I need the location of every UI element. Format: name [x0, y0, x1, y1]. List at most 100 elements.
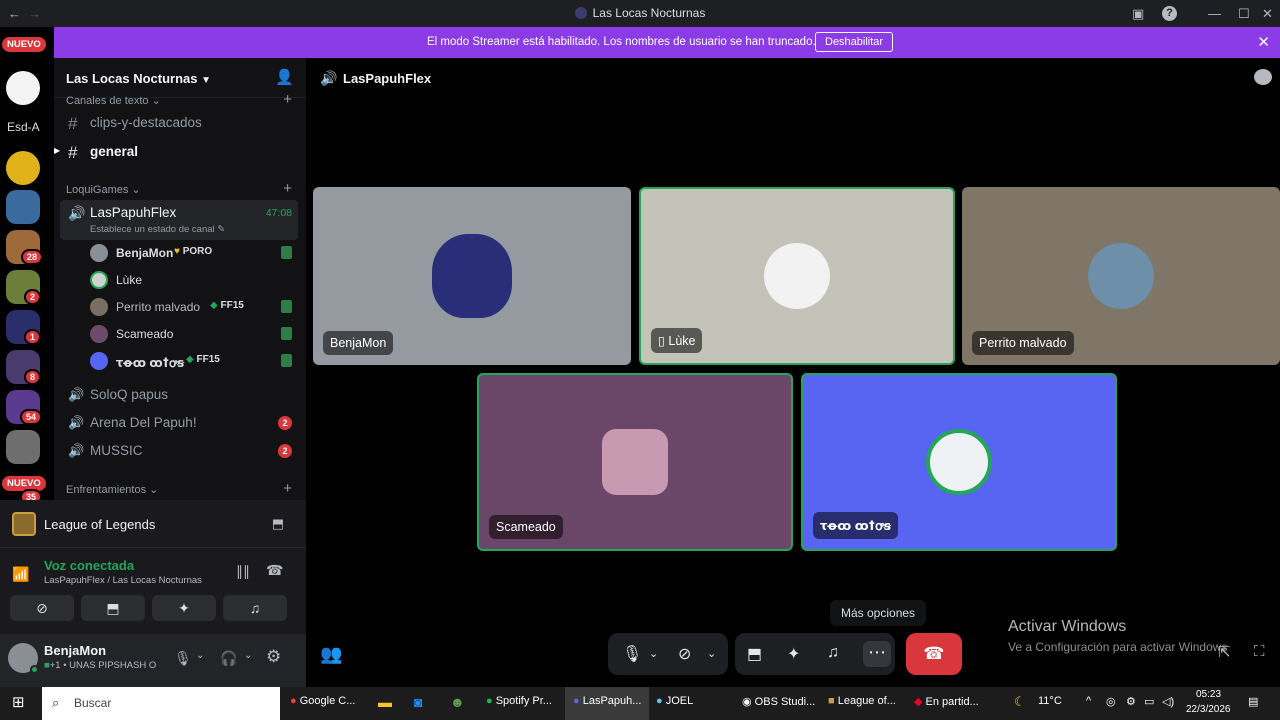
- avatar: [90, 244, 108, 262]
- taskbar-app-steam[interactable]: ● JOEL: [656, 695, 693, 707]
- help-icon[interactable]: ?: [1162, 6, 1177, 21]
- participant-name: BenjaMon: [323, 331, 394, 355]
- windows-start-icon[interactable]: ⊞: [12, 693, 25, 711]
- server-text-icon[interactable]: Esd-A: [7, 120, 40, 134]
- voice-member[interactable]: ꚍꝋꝏ ꝏꝉꝍꞩ ◆ FF15: [88, 349, 298, 373]
- server-icon-controller[interactable]: [6, 151, 40, 185]
- server-icon-folder-5[interactable]: [6, 430, 40, 464]
- channel-general[interactable]: # general: [60, 138, 298, 166]
- online-status-icon: [30, 665, 39, 674]
- weather-temp[interactable]: 11°C: [1038, 695, 1062, 707]
- tray-chevron-icon[interactable]: ^: [1086, 695, 1091, 707]
- voice-member[interactable]: Perrito malvado ◆ FF15: [88, 295, 298, 319]
- server-header[interactable]: Las Locas Nocturnas ▼ 👤: [54, 58, 306, 98]
- voice-channel-arena[interactable]: 🔊 Arena Del Papuh!: [60, 409, 298, 437]
- microphone-icon[interactable]: 🎙: [174, 650, 192, 667]
- voice-member[interactable]: Lùke: [88, 268, 298, 292]
- camera-off-icon[interactable]: ⊘: [678, 644, 691, 664]
- taskbar-app-riot[interactable]: ◆ En partid...: [914, 695, 979, 708]
- voice-member[interactable]: Scameado: [88, 322, 298, 346]
- channel-clips[interactable]: # clips-y-destacados: [60, 109, 298, 137]
- user-status: ■+1 • UNAS PIPSHASH O: [44, 660, 157, 671]
- close-window-icon[interactable]: ✕: [1262, 6, 1273, 22]
- channel-label: Arena Del Papuh!: [90, 415, 197, 430]
- invite-people-icon[interactable]: 👤: [275, 68, 294, 86]
- voice-member[interactable]: BenjaMon ♥ PORO: [88, 241, 298, 265]
- weather-moon-icon[interactable]: ☾: [1014, 694, 1026, 710]
- voice-status[interactable]: Voz conectada: [44, 558, 134, 573]
- volume-icon[interactable]: ◁): [1162, 695, 1174, 708]
- chevron-down-icon[interactable]: ⌄: [707, 647, 716, 660]
- participant-tile-speaking[interactable]: ꚍꝋꝏ ꝏꝉꝍꞩ: [801, 373, 1117, 551]
- disconnect-icon[interactable]: ☎: [266, 562, 283, 579]
- file-explorer-icon[interactable]: ▬: [378, 694, 392, 710]
- voice-channel-soloq[interactable]: 🔊 SoloQ papus: [60, 381, 298, 409]
- server-icon-shield[interactable]: [6, 190, 40, 224]
- add-participant-icon[interactable]: 👥: [320, 644, 342, 665]
- clock-time[interactable]: 05:23: [1196, 689, 1221, 700]
- microphone-icon[interactable]: 🎙: [622, 644, 642, 664]
- share-screen-button[interactable]: ⬒: [81, 595, 145, 621]
- tray-app-icon[interactable]: ⚙: [1126, 695, 1136, 708]
- taskbar-search[interactable]: ⌕ Buscar: [42, 687, 280, 720]
- add-channel-icon[interactable]: +: [283, 91, 292, 108]
- outlook-icon[interactable]: ◙: [414, 694, 422, 710]
- category-enfrentamientos[interactable]: Enfrentamientos ⌄: [66, 483, 158, 496]
- chevron-down-icon[interactable]: ⌄: [649, 647, 658, 660]
- activity-bar[interactable]: League of Legends ⬒: [0, 500, 306, 548]
- noise-suppression-icon[interactable]: ∥∥: [236, 563, 250, 580]
- voice-channel-active[interactable]: 🔊 LasPapuhFlex 47:08 Establece un estado…: [60, 200, 298, 240]
- close-banner-icon[interactable]: ✕: [1257, 33, 1270, 51]
- voice-channel-mussic[interactable]: 🔊 MUSSIC: [60, 437, 298, 465]
- game-name: League of Legends: [44, 517, 156, 532]
- taskbar-app-spotify[interactable]: ● Spotify Pr...: [486, 695, 552, 707]
- chevron-down-icon[interactable]: ⌄: [196, 650, 204, 661]
- more-options-icon[interactable]: ⋯: [863, 641, 891, 667]
- channel-status[interactable]: Establece un estado de canal ✎: [90, 224, 225, 235]
- screen-share-icon[interactable]: ⬒: [272, 516, 284, 532]
- maximize-icon[interactable]: ☐: [1238, 6, 1250, 22]
- soundboard-icon[interactable]: ♫: [827, 644, 839, 662]
- clock-date[interactable]: 22/3/2026: [1186, 704, 1231, 715]
- category-text-channels[interactable]: Canales de texto ⌄: [66, 94, 161, 107]
- windows-taskbar: ⊞ ⌕ Buscar ● Google C... ▬ ◙ ☻ ● Spotify…: [0, 687, 1280, 720]
- activities-icon[interactable]: ✦: [787, 644, 800, 664]
- add-channel-icon[interactable]: +: [283, 480, 292, 497]
- soundboard-button[interactable]: ♫: [223, 595, 287, 621]
- activities-button[interactable]: ✦: [152, 595, 216, 621]
- participant-tile-speaking[interactable]: ▯ Lùke: [639, 187, 955, 365]
- server-name[interactable]: Las Locas Nocturnas ▼: [66, 71, 211, 86]
- taskbar-app-discord[interactable]: ● LasPapuh...: [565, 687, 649, 720]
- user-name[interactable]: BenjaMon: [44, 643, 106, 658]
- headphones-icon[interactable]: 🎧: [220, 650, 237, 667]
- inbox-icon[interactable]: ▣: [1132, 6, 1144, 22]
- share-screen-icon[interactable]: ⬒: [747, 644, 762, 664]
- fullscreen-icon[interactable]: ⛶: [1254, 643, 1265, 660]
- frog-app-icon[interactable]: ☻: [450, 694, 465, 710]
- popout-icon[interactable]: ⇱: [1218, 643, 1231, 661]
- chevron-down-icon[interactable]: ⌄: [244, 650, 252, 661]
- mic-camera-group: 🎙 ⌄ ⊘ ⌄: [608, 633, 728, 675]
- channel-label: clips-y-destacados: [90, 115, 202, 130]
- tray-app-icon[interactable]: ◎: [1106, 695, 1116, 708]
- heart-icon: ♥: [174, 246, 180, 257]
- category-loquigames[interactable]: LoquiGames ⌄: [66, 183, 141, 196]
- chat-bubble-icon[interactable]: [1254, 69, 1272, 85]
- settings-gear-icon[interactable]: ⚙: [266, 647, 281, 667]
- taskbar-app-league[interactable]: ■ League of...: [828, 695, 896, 707]
- network-icon[interactable]: ▭: [1144, 695, 1154, 708]
- taskbar-app-obs[interactable]: ◉ OBS Studi...: [742, 695, 815, 708]
- taskbar-app-chrome[interactable]: ● Google C...: [290, 695, 355, 707]
- add-channel-icon[interactable]: +: [283, 180, 292, 197]
- server-icon-cow[interactable]: [6, 71, 40, 105]
- participant-tile-speaking[interactable]: Scameado: [477, 373, 793, 551]
- signal-icon[interactable]: 📶: [12, 566, 29, 583]
- participant-tile[interactable]: Perrito malvado: [962, 187, 1280, 365]
- avatar: [90, 352, 108, 370]
- notifications-icon[interactable]: ▤: [1248, 695, 1258, 708]
- disable-streamer-button[interactable]: Deshabilitar: [815, 32, 894, 52]
- participant-tile[interactable]: BenjaMon: [313, 187, 631, 365]
- camera-button[interactable]: ⊘: [10, 595, 74, 621]
- disconnect-call-button[interactable]: ☎: [906, 633, 962, 675]
- minimize-icon[interactable]: —: [1208, 6, 1221, 21]
